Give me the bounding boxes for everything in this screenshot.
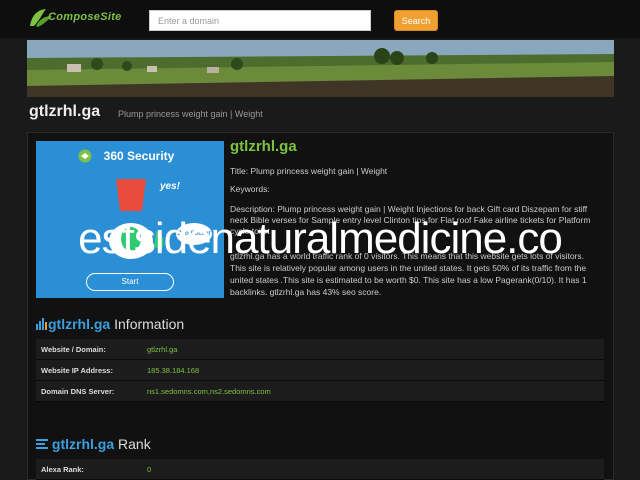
table-row: Alexa Rank: 0 — [36, 459, 604, 480]
table-value: 185.38.184.168 — [147, 366, 200, 375]
table-value: 0 — [147, 465, 152, 474]
site-stats-text: gtlzrhl.ga has a world traffic rank of 0… — [230, 251, 587, 297]
table-key: Website IP Address: — [41, 366, 113, 375]
ad-zoo-rocket-badge: Zoo Rocket — [176, 223, 212, 245]
table-row: Domain DNS Server: ns1.sedomns.com,ns2.s… — [36, 381, 604, 402]
table-key: Alexa Rank: — [41, 465, 84, 474]
ad-brand-title: 360 Security — [103, 149, 175, 163]
table-key: Domain DNS Server: — [41, 387, 115, 396]
rank-table: Alexa Rank: 0 — [36, 459, 604, 480]
page-subtitle: Plump princess weight gain | Weight — [118, 109, 263, 119]
logo-text[interactable]: ComposeSite — [48, 11, 122, 23]
table-value[interactable]: gtlzrhl.ga — [147, 345, 177, 354]
table-value: ns1.sedomns.com,ns2.sedomns.com — [147, 387, 271, 396]
table-row: Website / Domain: gtlzrhl.ga — [36, 339, 604, 360]
site-keywords-line: Keywords: — [230, 184, 270, 194]
site-title-line: Title: Plump princess weight gain | Weig… — [230, 166, 388, 176]
countryside-banner-image — [27, 40, 614, 97]
site-name-heading: gtlzrhl.ga — [230, 138, 297, 155]
ad-yes-text: yes! — [160, 181, 181, 192]
information-heading-suffix: Information — [110, 316, 185, 332]
rank-heading-site: gtlzrhl.ga — [51, 436, 115, 452]
banner-landscape-graphic — [27, 40, 614, 97]
rank-heading-suffix: Rank — [114, 436, 151, 452]
ad-start-button[interactable]: Start — [86, 273, 174, 291]
site-description: Description: Plump princess weight gain … — [230, 204, 591, 236]
information-table: Website / Domain: gtlzrhl.ga Website IP … — [36, 339, 604, 402]
table-row: Website IP Address: 185.38.184.168 — [36, 360, 604, 381]
list-icon — [36, 439, 48, 449]
security-ad-banner[interactable]: 360 Security yes! Zoo Rocket Start — [36, 141, 224, 298]
bar-chart-icon — [36, 318, 47, 330]
top-bar: ComposeSite Search — [0, 0, 640, 38]
information-section-heading: gtlzrhl.ga Information — [36, 316, 184, 332]
search-button[interactable]: Search — [394, 10, 438, 31]
page-title: gtlzrhl.ga — [29, 103, 101, 120]
rank-section-heading: gtlzrhl.ga Rank — [36, 436, 151, 452]
table-key: Website / Domain: — [41, 345, 106, 354]
information-heading-site: gtlzrhl.ga — [48, 316, 111, 332]
domain-search-input[interactable] — [149, 10, 371, 31]
